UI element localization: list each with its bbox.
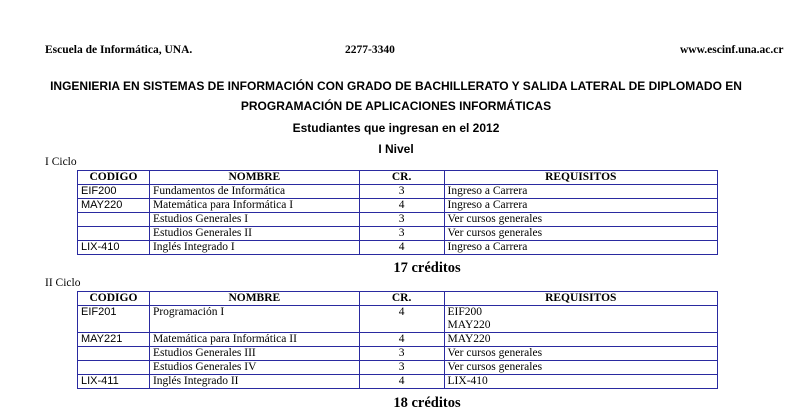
course-requirements: Ingreso a Carrera: [443, 184, 719, 199]
course-code: LIX-410: [77, 240, 150, 255]
cycle-1-label: I Ciclo: [45, 156, 77, 168]
table-row: LIX-410 Inglés Integrado I 4 Ingreso a Carr…: [77, 240, 719, 255]
course-code: EIF200: [77, 184, 150, 199]
course-name: Estudios Generales IV: [148, 360, 360, 375]
table-row: Estudios Generales II 3 Ver cursos general…: [77, 226, 719, 241]
column-header-code: CODIGO: [77, 170, 150, 185]
table-header-row: CODIGO NOMBRE CR. REQUISITOS: [77, 170, 719, 185]
table-row: Estudios Generales III 3 Ver cursos genera…: [77, 346, 719, 361]
course-code: [77, 346, 150, 361]
requirement-item: Ingreso a Carrera: [447, 199, 528, 211]
course-name: Inglés Integrado II: [148, 374, 360, 389]
course-requirements: Ver cursos generales: [443, 346, 719, 361]
course-name: Estudios Generales III: [148, 346, 360, 361]
requirement-item: LIX-410: [447, 375, 488, 387]
course-code: MAY221: [77, 332, 150, 347]
requirement-item: Ver cursos generales: [447, 361, 543, 373]
column-header-requirements: REQUISITOS: [443, 291, 719, 306]
school-name: Escuela de Informática, UNA.: [45, 44, 193, 56]
course-credits: 4: [358, 240, 445, 255]
course-code: [77, 360, 150, 375]
course-name: Matemática para Informática I: [148, 198, 360, 213]
table-row: Estudios Generales IV 3 Ver cursos general…: [77, 360, 719, 375]
table-row: Estudios Generales I 3 Ver cursos generale…: [77, 212, 719, 227]
course-requirements: Ver cursos generales: [443, 212, 719, 227]
requirement-item: Ver cursos generales: [447, 227, 543, 239]
course-requirements: LIX-410: [443, 374, 719, 389]
course-credits: 3: [358, 226, 445, 241]
course-name: Inglés Integrado I: [148, 240, 360, 255]
requirement-item: EIF200: [447, 306, 483, 318]
requirement-item: Ver cursos generales: [447, 347, 543, 359]
course-credits: 4: [358, 332, 445, 347]
requirement-item: Ingreso a Carrera: [447, 241, 528, 253]
table-row: LIX-411 Inglés Integrado II 4 LIX-410: [77, 374, 719, 389]
requirement-item: MAY220: [447, 333, 491, 345]
level-heading: I Nivel: [378, 142, 414, 156]
course-credits: 3: [358, 184, 445, 199]
program-title-line-2: PROGRAMACIÓN DE APLICACIONES INFORMÁTICA…: [240, 99, 552, 113]
table-row: EIF201 Programación I 4 EIF200 MAY220: [77, 305, 719, 333]
column-header-code: CODIGO: [77, 291, 150, 306]
table-row: MAY221 Matemática para Informática II 4 MAY…: [77, 332, 719, 347]
course-credits: 4: [358, 374, 445, 389]
course-name: Matemática para Informática II: [148, 332, 360, 347]
course-code: [77, 212, 150, 227]
course-requirements: Ver cursos generales: [443, 226, 719, 241]
course-requirements: MAY220: [443, 332, 719, 347]
course-code: MAY220: [77, 198, 150, 213]
table-header-row: CODIGO NOMBRE CR. REQUISITOS: [77, 291, 719, 306]
course-credits: 4: [358, 305, 445, 333]
column-header-name: NOMBRE: [148, 291, 360, 306]
column-header-requirements: REQUISITOS: [443, 170, 719, 185]
cycle-2-table: CODIGO NOMBRE CR. REQUISITOS EIF201 Progr…: [77, 291, 719, 389]
table-row: EIF200 Fundamentos de Informática 3 Ingreso…: [77, 184, 719, 199]
course-credits: 3: [358, 212, 445, 227]
website-url: www.escinf.una.ac.cr: [680, 44, 784, 56]
course-name: Estudios Generales II: [148, 226, 360, 241]
column-header-credits: CR.: [358, 170, 445, 185]
requirement-item: Ingreso a Carrera: [447, 185, 528, 197]
course-credits: 4: [358, 198, 445, 213]
course-name: Estudios Generales I: [148, 212, 360, 227]
cycle-2-label: II Ciclo: [45, 277, 81, 289]
column-header-credits: CR.: [358, 291, 445, 306]
course-requirements: EIF200 MAY220: [443, 305, 719, 333]
course-code: EIF201: [77, 305, 150, 333]
column-header-name: NOMBRE: [148, 170, 360, 185]
course-name: Fundamentos de Informática: [148, 184, 360, 199]
cohort-subtitle: Estudiantes que ingresan en el 2012: [292, 121, 500, 135]
course-requirements: Ingreso a Carrera: [443, 240, 719, 255]
cycle-2-credit-total: 18 créditos: [393, 395, 461, 411]
course-code: LIX-411: [77, 374, 150, 389]
cycle-1-table: CODIGO NOMBRE CR. REQUISITOS EIF200 Funda…: [77, 170, 719, 255]
course-code: [77, 226, 150, 241]
course-requirements: Ingreso a Carrera: [443, 198, 719, 213]
table-row: MAY220 Matemática para Informática I 4 Ingr…: [77, 198, 719, 213]
course-credits: 3: [358, 360, 445, 375]
requirement-item: MAY220: [447, 319, 491, 331]
course-name: Programación I: [148, 305, 360, 333]
requirement-item: Ver cursos generales: [447, 213, 543, 225]
program-title-line-1: INGENIERIA EN SISTEMAS DE INFORMACIÓN CO…: [50, 79, 742, 93]
phone-number: 2277-3340: [345, 44, 395, 56]
course-requirements: Ver cursos generales: [443, 360, 719, 375]
cycle-1-credit-total: 17 créditos: [393, 260, 461, 276]
course-credits: 3: [358, 346, 445, 361]
